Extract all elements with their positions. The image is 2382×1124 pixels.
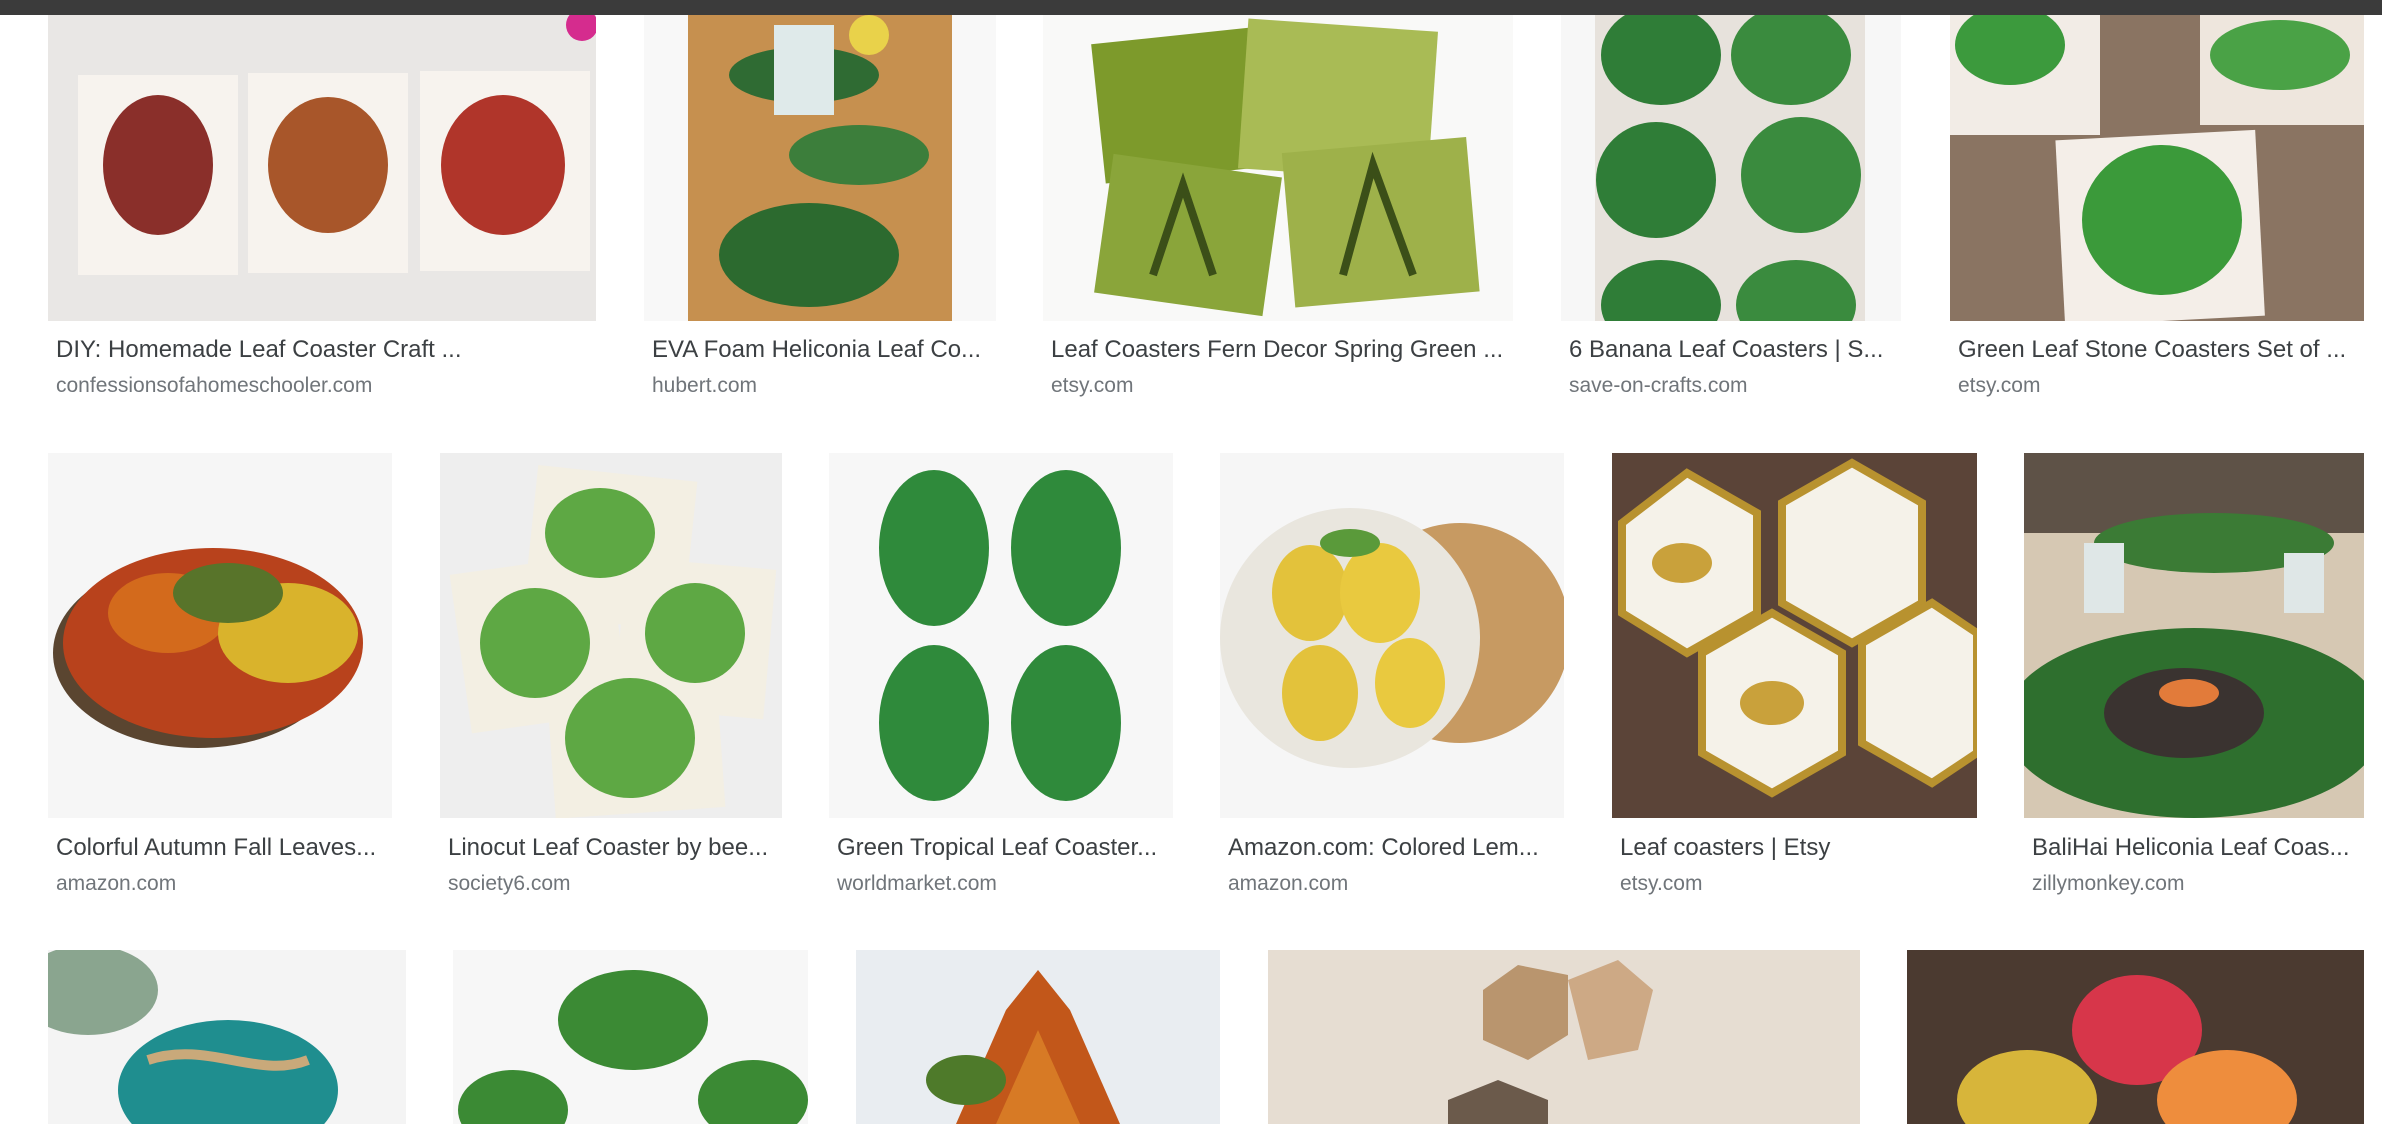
result-thumbnail[interactable] bbox=[1268, 950, 1860, 1124]
result-card[interactable]: 6 Banana Leaf Coasters | S... save-on-cr… bbox=[1561, 15, 1901, 397]
result-title[interactable]: BaliHai Heliconia Leaf Coas... bbox=[2032, 833, 2364, 863]
result-source[interactable]: zillymonkey.com bbox=[2032, 871, 2364, 897]
result-source[interactable]: confessionsofahomeschooler.com bbox=[56, 373, 596, 399]
result-source[interactable]: etsy.com bbox=[1051, 373, 1513, 399]
result-thumbnail[interactable] bbox=[1561, 15, 1901, 321]
result-card[interactable] bbox=[1907, 950, 2364, 1124]
result-card[interactable]: Green Tropical Leaf Coaster... worldmark… bbox=[829, 453, 1173, 903]
result-card[interactable] bbox=[856, 950, 1220, 1124]
result-source[interactable]: hubert.com bbox=[652, 373, 996, 399]
result-card[interactable]: DIY: Homemade Leaf Coaster Craft ... con… bbox=[48, 15, 596, 397]
result-source[interactable]: etsy.com bbox=[1620, 871, 1977, 897]
result-thumbnail[interactable] bbox=[1220, 453, 1564, 818]
result-thumbnail[interactable] bbox=[1907, 950, 2364, 1124]
result-thumbnail[interactable] bbox=[1043, 15, 1513, 321]
result-thumbnail[interactable] bbox=[1950, 15, 2364, 321]
result-title[interactable]: Green Leaf Stone Coasters Set of ... bbox=[1958, 335, 2364, 365]
result-title[interactable]: Leaf Coasters Fern Decor Spring Green ..… bbox=[1051, 335, 1513, 365]
result-thumbnail[interactable] bbox=[2024, 453, 2364, 818]
result-thumbnail[interactable] bbox=[48, 453, 392, 818]
result-source[interactable]: worldmarket.com bbox=[837, 871, 1173, 897]
result-title[interactable]: 6 Banana Leaf Coasters | S... bbox=[1569, 335, 1901, 365]
result-card[interactable] bbox=[48, 950, 406, 1124]
result-thumbnail[interactable] bbox=[644, 15, 996, 321]
result-thumbnail[interactable] bbox=[856, 950, 1220, 1124]
result-card[interactable] bbox=[1268, 950, 1860, 1124]
result-title[interactable]: Linocut Leaf Coaster by bee... bbox=[448, 833, 782, 863]
result-thumbnail[interactable] bbox=[829, 453, 1173, 818]
result-thumbnail[interactable] bbox=[453, 950, 808, 1124]
result-card[interactable]: Green Leaf Stone Coasters Set of ... ets… bbox=[1950, 15, 2364, 397]
result-source[interactable]: save-on-crafts.com bbox=[1569, 373, 1901, 399]
result-title[interactable]: DIY: Homemade Leaf Coaster Craft ... bbox=[56, 335, 596, 365]
result-title[interactable]: EVA Foam Heliconia Leaf Co... bbox=[652, 335, 996, 365]
result-title[interactable]: Amazon.com: Colored Lem... bbox=[1228, 833, 1564, 863]
result-card[interactable]: Colorful Autumn Fall Leaves... amazon.co… bbox=[48, 453, 392, 903]
result-thumbnail[interactable] bbox=[1612, 453, 1977, 818]
result-source[interactable]: etsy.com bbox=[1958, 373, 2364, 399]
result-source[interactable]: amazon.com bbox=[1228, 871, 1564, 897]
result-card[interactable] bbox=[453, 950, 808, 1124]
top-bar bbox=[0, 0, 2382, 15]
result-source[interactable]: amazon.com bbox=[56, 871, 392, 897]
result-thumbnail[interactable] bbox=[440, 453, 782, 818]
result-card[interactable]: Amazon.com: Colored Lem... amazon.com bbox=[1220, 453, 1564, 903]
result-card[interactable]: EVA Foam Heliconia Leaf Co... hubert.com bbox=[644, 15, 996, 397]
result-title[interactable]: Colorful Autumn Fall Leaves... bbox=[56, 833, 392, 863]
result-title[interactable]: Leaf coasters | Etsy bbox=[1620, 833, 1977, 863]
result-card[interactable]: Leaf Coasters Fern Decor Spring Green ..… bbox=[1043, 15, 1513, 397]
result-thumbnail[interactable] bbox=[48, 950, 406, 1124]
result-card[interactable]: BaliHai Heliconia Leaf Coas... zillymonk… bbox=[2024, 453, 2364, 903]
result-card[interactable]: Leaf coasters | Etsy etsy.com bbox=[1612, 453, 1977, 903]
result-title[interactable]: Green Tropical Leaf Coaster... bbox=[837, 833, 1173, 863]
result-card[interactable]: Linocut Leaf Coaster by bee... society6.… bbox=[440, 453, 782, 903]
result-thumbnail[interactable] bbox=[48, 15, 596, 321]
result-source[interactable]: society6.com bbox=[448, 871, 782, 897]
